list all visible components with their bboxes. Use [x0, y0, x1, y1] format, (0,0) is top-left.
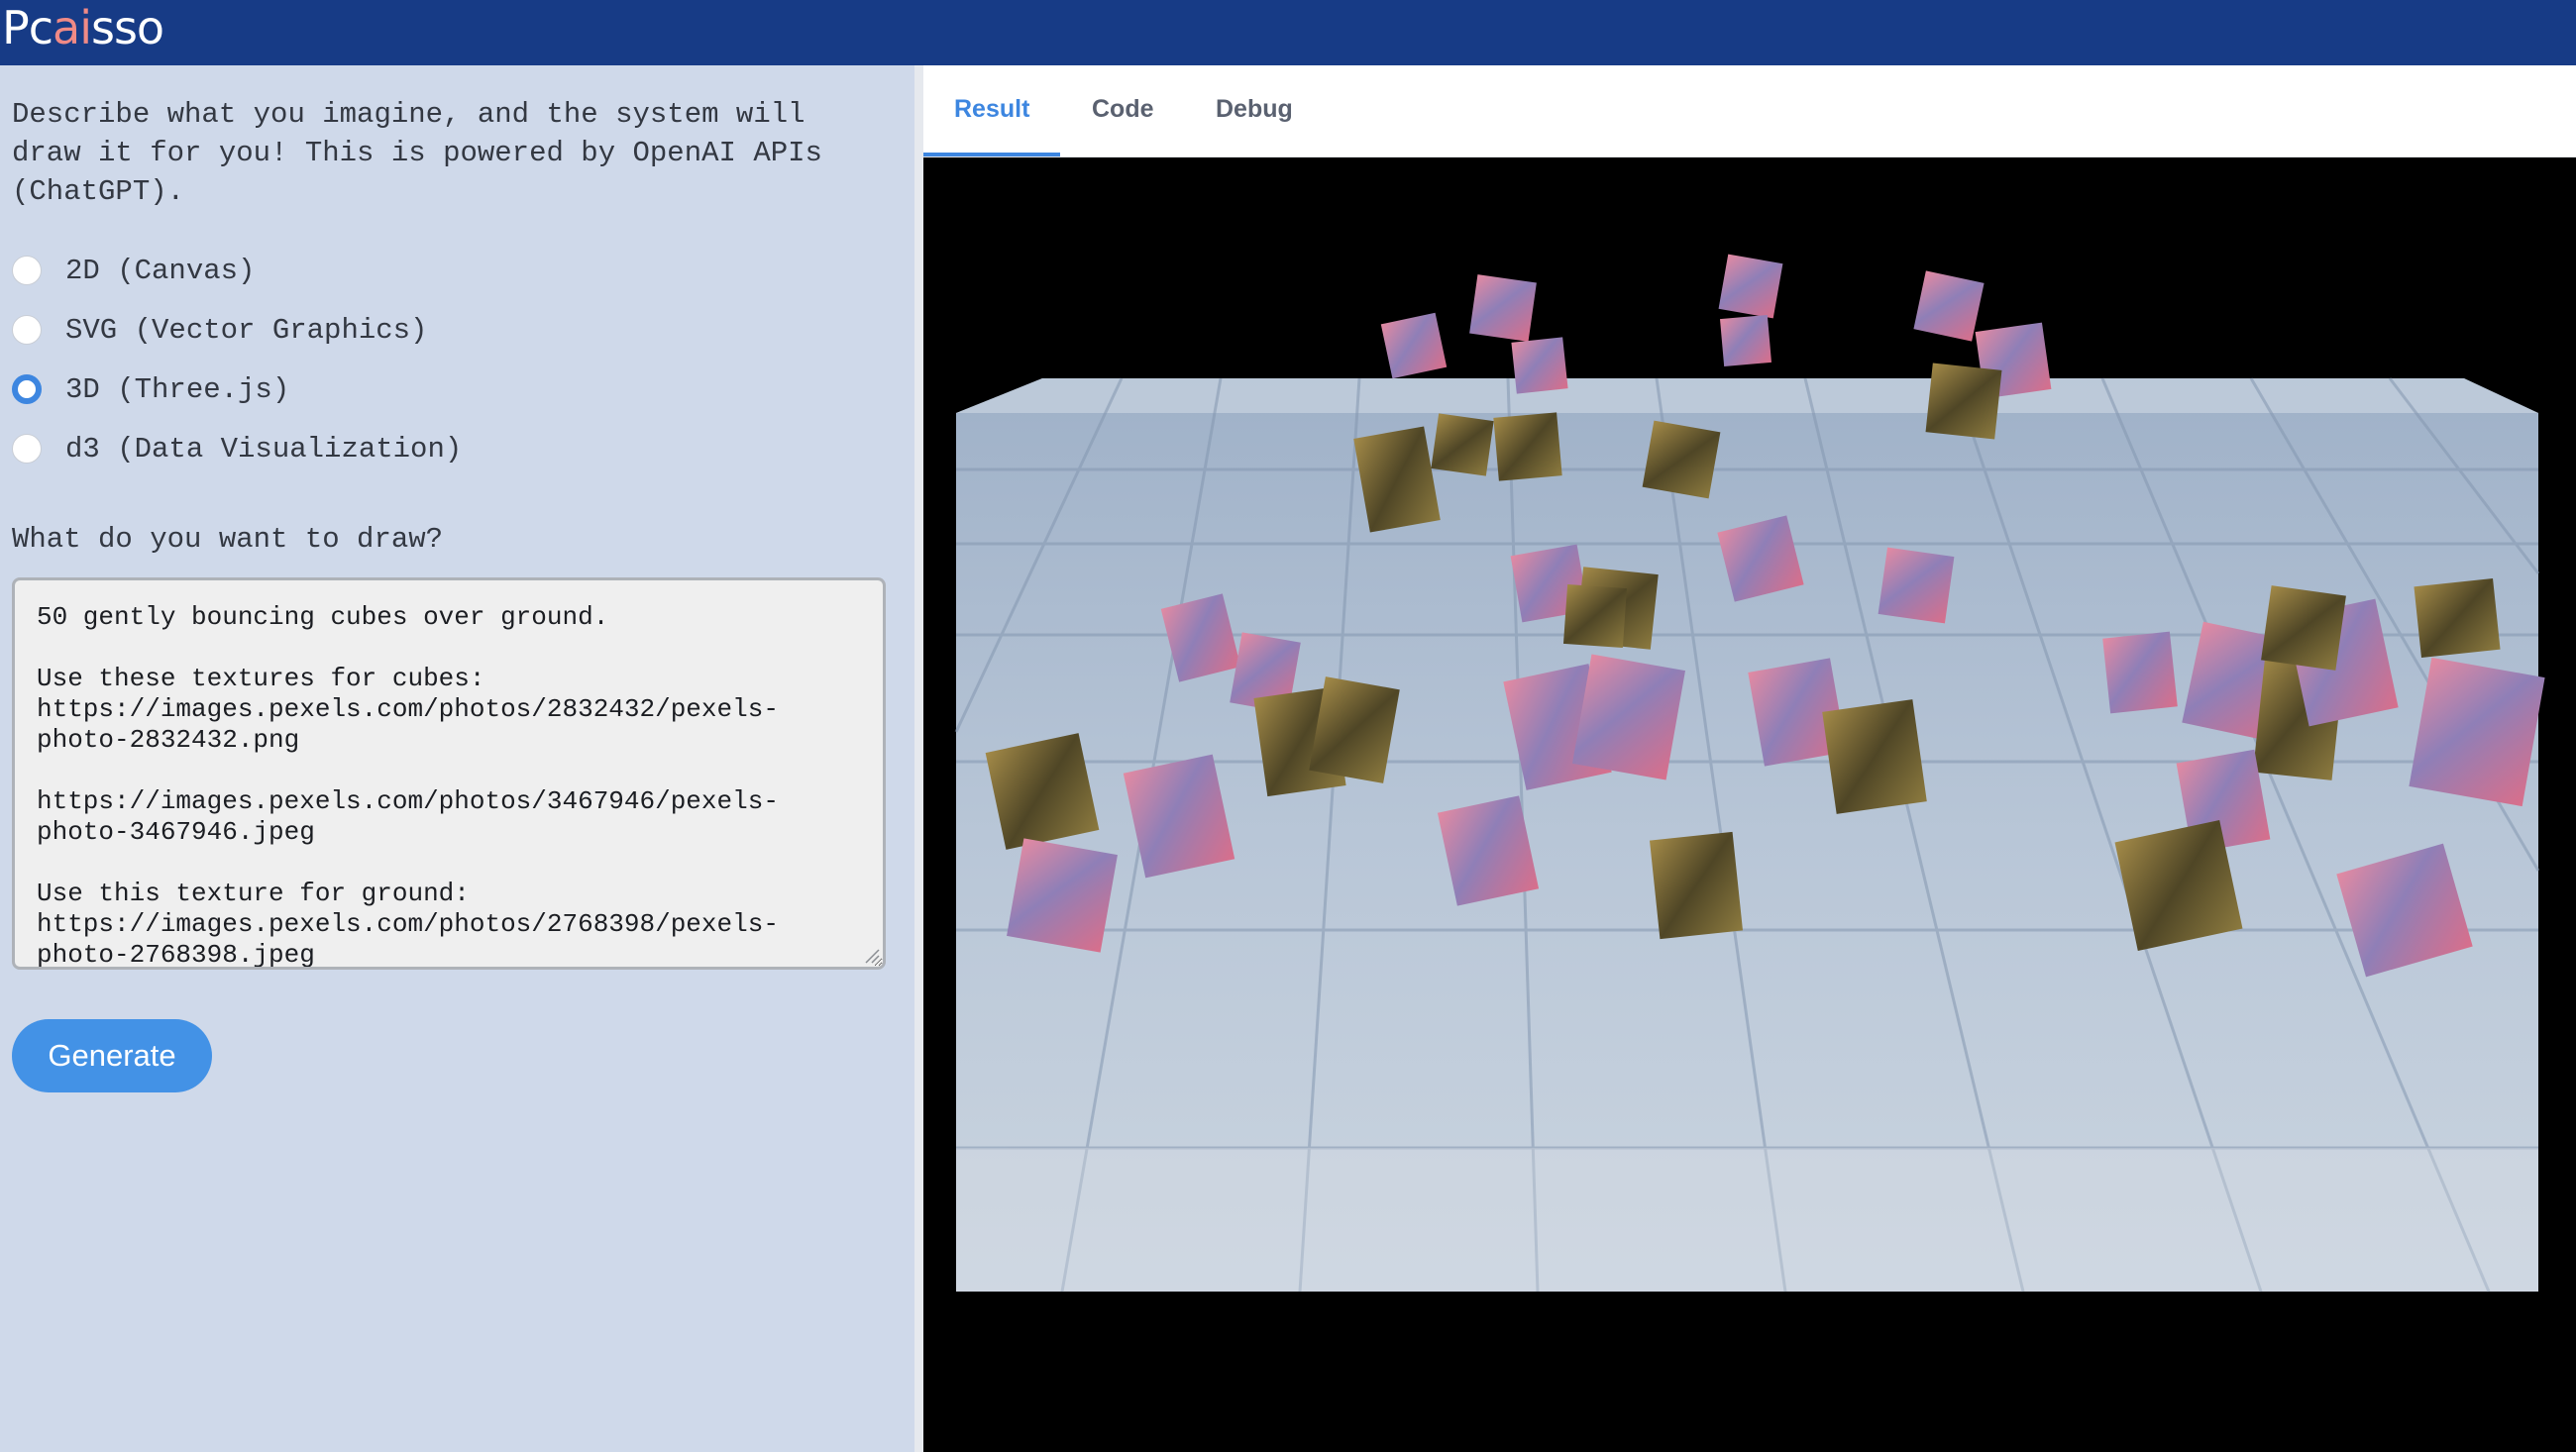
mode-label-2d: 2D (Canvas) [65, 254, 256, 287]
tab-code[interactable]: Code [1092, 95, 1154, 124]
gold-cube [1642, 420, 1721, 499]
gold-cube [1562, 583, 1628, 649]
prompt-textarea[interactable]: 50 gently bouncing cubes over ground. Us… [12, 577, 886, 970]
pink-cube [1469, 274, 1537, 342]
top-bar: Pcaisso [0, 0, 2576, 65]
panel-divider[interactable] [914, 65, 923, 1452]
mode-option-3d[interactable]: 3D (Three.js) [12, 369, 289, 409]
left-panel: Describe what you imagine, and the syste… [0, 65, 914, 1452]
mode-label-d3: d3 (Data Visualization) [65, 432, 463, 466]
prompt-label: What do you want to draw? [12, 523, 444, 556]
pink-cube [1380, 312, 1448, 379]
radio-svg[interactable] [12, 315, 42, 345]
mode-option-d3[interactable]: d3 (Data Visualization) [12, 429, 462, 468]
app-logo[interactable]: Pcaisso [2, 0, 164, 57]
radio-d3[interactable] [12, 434, 42, 464]
gold-cube [1431, 413, 1494, 476]
gold-cube [985, 733, 1100, 850]
pink-cube [1511, 337, 1568, 394]
radio-3d-selected[interactable] [12, 374, 42, 404]
resize-grip-icon[interactable] [864, 948, 880, 964]
right-panel: Result Code Debug [923, 65, 2576, 1452]
pink-cube [2102, 631, 2178, 714]
pink-cube [1878, 547, 1955, 624]
gold-cube [2414, 578, 2501, 658]
description-text: Describe what you imagine, and the syste… [12, 98, 822, 208]
pink-cube [1719, 314, 1772, 367]
logo-part-3: sso [91, 1, 164, 54]
gold-cube [1925, 363, 2002, 440]
logo-part-ai: ai [53, 1, 92, 54]
gold-cube [2114, 819, 2243, 952]
pink-cube [1007, 838, 1118, 953]
tab-debug[interactable]: Debug [1216, 95, 1293, 124]
mode-option-2d[interactable]: 2D (Canvas) [12, 251, 255, 290]
pink-cube [1913, 270, 1985, 342]
mode-option-svg[interactable]: SVG (Vector Graphics) [12, 310, 427, 350]
tab-bar: Result Code Debug [923, 65, 2576, 158]
pink-cube [1572, 654, 1685, 780]
generate-button[interactable]: Generate [12, 1019, 212, 1092]
tab-result[interactable]: Result [954, 95, 1029, 124]
gold-cube [1493, 412, 1562, 481]
gold-cube [1650, 831, 1743, 940]
three-scene [954, 254, 2545, 1293]
pink-cube [1718, 254, 1783, 319]
gold-cube [1822, 699, 1927, 814]
radio-2d[interactable] [12, 256, 42, 285]
mode-label-3d: 3D (Three.js) [65, 372, 290, 406]
render-viewport[interactable] [923, 157, 2576, 1452]
gold-cube [2261, 585, 2346, 671]
logo-part-1: Pc [2, 1, 54, 54]
mode-label-svg: SVG (Vector Graphics) [65, 313, 428, 347]
active-tab-indicator [923, 153, 1060, 156]
pink-cube [2409, 657, 2545, 807]
